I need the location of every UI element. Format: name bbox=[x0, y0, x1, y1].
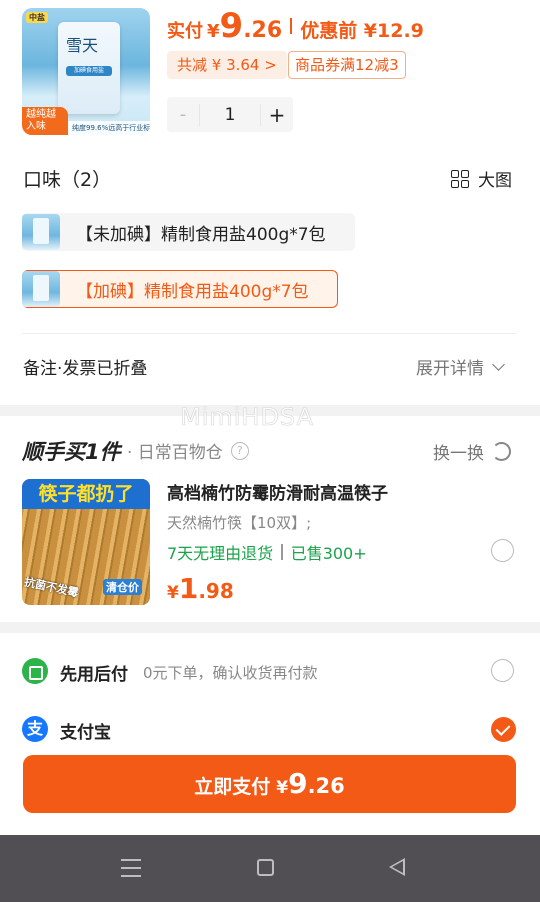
flavor-option-label: 【加碘】精制食用盐400g*7包 bbox=[76, 281, 309, 302]
pay-now-currency: ¥ bbox=[276, 778, 289, 798]
addon-subtitle-row: · 日常百物仓 ? bbox=[127, 438, 249, 463]
pay-now-integer: 9 bbox=[288, 767, 308, 800]
pay-now-button[interactable]: 立即支付 ¥ 9 .26 bbox=[23, 755, 516, 813]
flavor-option-image bbox=[22, 214, 60, 250]
big-picture-toggle[interactable]: 大图 bbox=[451, 166, 512, 191]
addon-price-decimal: .98 bbox=[198, 579, 234, 603]
addon-price: ¥ 1 .98 bbox=[167, 572, 234, 605]
flavor-title: 口味（2） bbox=[23, 169, 112, 191]
expand-details-label: 展开详情 bbox=[416, 359, 484, 379]
addon-service-row: 7天无理由退货 已售300+ bbox=[167, 540, 367, 564]
thumb-strip: 纯度99.6%远高于行业标准 bbox=[68, 121, 150, 135]
separator bbox=[281, 544, 283, 560]
refresh-icon bbox=[492, 442, 511, 461]
product-thumbnail[interactable]: 中盐 雪天 加碘食用盐 越纯越入味 纯度99.6%远高于行业标准 bbox=[22, 8, 150, 135]
pay-later-radio[interactable] bbox=[491, 659, 514, 682]
chevron-down-icon bbox=[492, 357, 505, 371]
remark-invoice-label[interactable]: 备注·发票已折叠 bbox=[23, 354, 147, 379]
grid-icon bbox=[451, 169, 469, 188]
credit-later-icon bbox=[22, 658, 48, 684]
flavor-option-label: 【未加碘】精制食用盐400g*7包 bbox=[76, 224, 326, 245]
chopsticks-image-tag-right: 清仓价 bbox=[103, 579, 142, 595]
addon-select-radio[interactable] bbox=[491, 539, 514, 562]
price-currency: ¥ bbox=[207, 21, 220, 42]
addon-price-currency: ¥ bbox=[167, 583, 179, 603]
thumb-badge: 越纯越入味 bbox=[22, 107, 68, 135]
expand-details-button[interactable]: 展开详情 bbox=[416, 354, 505, 379]
swap-button[interactable]: 换一换 bbox=[433, 439, 511, 464]
swap-label: 换一换 bbox=[433, 444, 484, 464]
price-integer: 9 bbox=[219, 6, 244, 46]
home-icon[interactable] bbox=[257, 859, 274, 876]
addon-title: 顺手买1件 bbox=[22, 440, 121, 464]
chopsticks-image-tag-left: 抗菌不发霉 bbox=[23, 575, 80, 600]
pre-discount-price: 优惠前 ¥12.9 bbox=[300, 20, 424, 42]
sold-count: 已售300+ bbox=[290, 544, 367, 563]
price-decimal: .26 bbox=[243, 18, 283, 43]
price-line: 实付 ¥ 9 .26 优惠前 ¥12.9 bbox=[167, 6, 424, 46]
menu-icon[interactable] bbox=[121, 859, 141, 877]
flavor-option-image bbox=[22, 271, 60, 307]
coupon-chip[interactable]: 商品券满12减3 bbox=[288, 51, 406, 79]
thumb-bar: 加碘食用盐 bbox=[66, 66, 112, 76]
section-divider bbox=[0, 622, 540, 633]
return-policy: 7天无理由退货 bbox=[167, 544, 274, 563]
pay-now-label: 立即支付 bbox=[194, 776, 271, 798]
decrease-button[interactable]: - bbox=[167, 104, 199, 125]
addon-price-integer: 1 bbox=[178, 572, 199, 605]
chopsticks-image[interactable]: 筷子都扔了 抗菌不发霉 清仓价 bbox=[22, 479, 150, 605]
salt-bag-image: 雪天 加碘食用盐 bbox=[58, 22, 120, 114]
chopsticks-image-headline: 筷子都扔了 bbox=[22, 479, 150, 509]
alipay-icon: 支 bbox=[22, 716, 48, 742]
pay-later-label[interactable]: 先用后付 bbox=[60, 660, 128, 685]
price-label: 实付 bbox=[167, 21, 203, 42]
addon-product-spec: 天然楠竹筷【10双】; bbox=[167, 514, 312, 532]
thumb-brand: 雪天 bbox=[66, 36, 99, 55]
quantity-input[interactable]: 1 bbox=[199, 103, 261, 126]
addon-subtitle: · 日常百物仓 bbox=[127, 443, 223, 463]
alipay-label[interactable]: 支付宝 bbox=[60, 718, 111, 743]
price-separator bbox=[290, 18, 293, 34]
quantity-stepper: - 1 + bbox=[167, 97, 293, 132]
increase-button[interactable]: + bbox=[261, 103, 293, 127]
discount-chip[interactable]: 共减 ¥ 3.64 > bbox=[167, 51, 287, 79]
thumb-tag: 中盐 bbox=[26, 12, 48, 23]
flavor-option-no-iodine[interactable]: 【未加碘】精制食用盐400g*7包 bbox=[22, 213, 355, 251]
watermark: MimiHDSA bbox=[180, 403, 315, 432]
alipay-selected-check-icon[interactable] bbox=[491, 717, 516, 742]
divider bbox=[22, 333, 516, 334]
big-picture-label: 大图 bbox=[478, 171, 512, 191]
back-icon[interactable] bbox=[389, 858, 405, 876]
pay-now-decimal: .26 bbox=[307, 774, 345, 798]
flavor-option-iodized[interactable]: 【加碘】精制食用盐400g*7包 bbox=[22, 270, 338, 308]
help-icon[interactable]: ? bbox=[230, 441, 249, 460]
addon-product-name[interactable]: 高档楠竹防霉防滑耐高温筷子 bbox=[167, 479, 388, 504]
pay-later-description: 0元下单，确认收货再付款 bbox=[143, 664, 318, 682]
